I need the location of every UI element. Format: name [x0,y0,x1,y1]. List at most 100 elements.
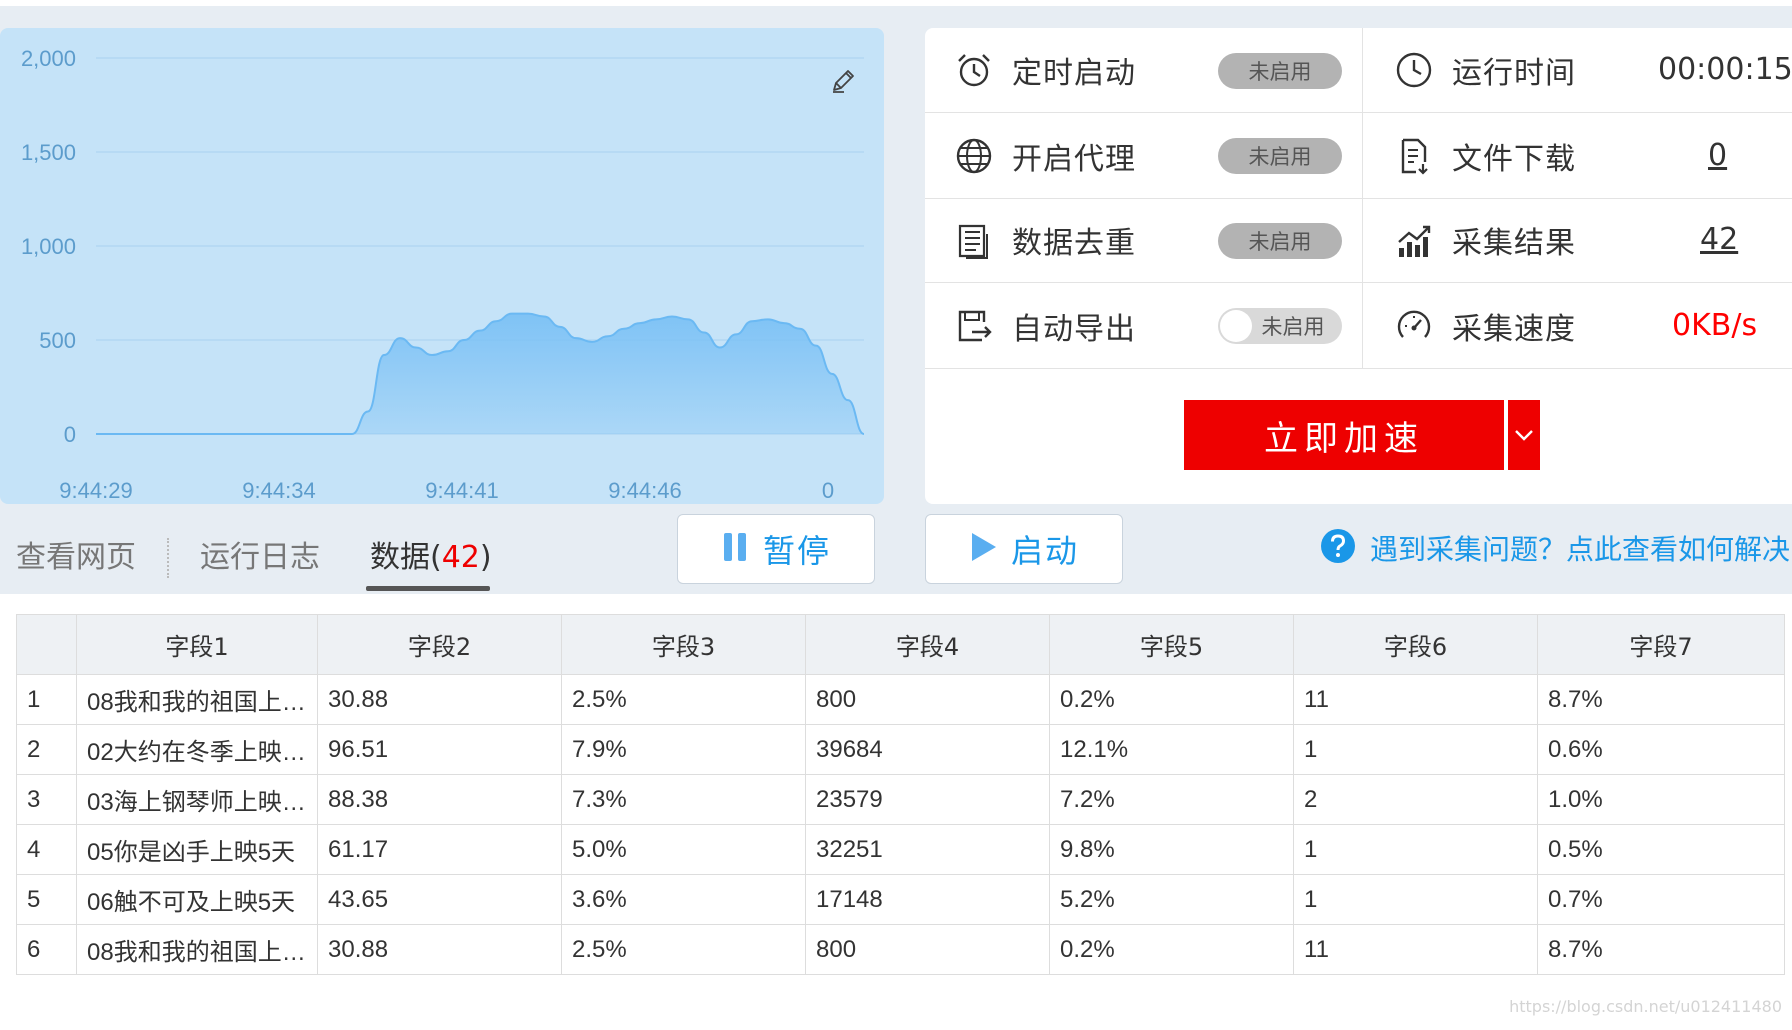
table-cell: 9.8% [1049,824,1294,875]
table-row[interactable]: 4 05你是凶手上映5天 61.17 5.0% 32251 9.8% 1 0.5… [16,824,1785,875]
table-cell: 0.5% [1537,824,1785,875]
y-tick-label: 1,000 [21,234,76,259]
table-cell: 0.6% [1537,724,1785,775]
runtime-value: 00:00:15 [1658,52,1792,87]
column-header[interactable]: 字段7 [1537,614,1785,675]
edit-icon[interactable] [828,66,858,96]
table-row[interactable]: 5 06触不可及上映5天 43.65 3.6% 17148 5.2% 1 0.7… [16,874,1785,925]
pause-icon [721,531,749,567]
divider [925,282,1792,283]
tab-data[interactable]: 数据(42) [370,532,492,576]
export-save-icon [952,304,996,348]
tab-view-webpage[interactable]: 查看网页 [16,532,136,576]
toggle-knob [1220,310,1252,342]
column-header[interactable]: 字段5 [1049,614,1294,675]
runtime-label: 运行时间 [1452,56,1576,91]
pause-label: 暂停 [762,532,831,570]
table-cell: 02大约在冬季上映14天 [76,724,318,775]
table-cell: 4 [16,824,77,875]
table-cell: 800 [805,924,1050,975]
speed-label: 采集速度 [1452,312,1576,347]
column-header[interactable]: 字段2 [317,614,562,675]
proxy-label: 开启代理 [1012,142,1136,177]
auto-export-label: 自动导出 [1012,312,1136,347]
dedupe-toggle[interactable]: 未启用 [1218,223,1342,259]
table-cell: 5.2% [1049,874,1294,925]
file-download-count-link[interactable]: 0 [1708,138,1727,173]
active-tab-indicator [366,586,490,591]
proxy-row: 开启代理 [952,114,1136,198]
divider [925,368,1792,369]
table-cell: 7.3% [561,774,806,825]
table-cell: 88.38 [317,774,562,825]
column-header[interactable]: 字段4 [805,614,1050,675]
help-link[interactable]: 遇到采集问题？点此查看如何解决 [1320,528,1790,568]
auto-export-toggle[interactable]: 未启用 [1218,308,1342,344]
table-cell: 8.7% [1537,924,1785,975]
column-header[interactable]: 字段1 [76,614,318,675]
table-cell: 11 [1293,674,1538,725]
file-download-icon [1392,134,1436,178]
table-cell: 2.5% [561,924,806,975]
table-cell: 1.0% [1537,774,1785,825]
results-count-link[interactable]: 42 [1700,222,1738,257]
table-cell: 03海上钢琴师上映14天 [76,774,318,825]
table-cell: 800 [805,674,1050,725]
column-header[interactable]: 字段3 [561,614,806,675]
table-cell: 39684 [805,724,1050,775]
table-row[interactable]: 2 02大约在冬季上映14天 96.51 7.9% 39684 12.1% 1 … [16,724,1785,775]
divider [925,112,1792,113]
pause-button[interactable]: 暂停 [677,514,875,584]
table-cell: 2.5% [561,674,806,725]
divider [1362,28,1363,368]
globe-icon [952,134,996,178]
auto-export-row: 自动导出 [952,284,1136,368]
watermark: https://blog.csdn.net/u012411480 [1509,997,1782,1016]
dedupe-row: 数据去重 [952,198,1136,282]
start-button[interactable]: 启动 [925,514,1123,584]
series-area [96,313,864,434]
chevron-down-icon [1514,426,1534,445]
file-download-label: 文件下载 [1452,142,1576,177]
accelerate-dropdown[interactable] [1508,400,1540,470]
speedometer-icon [1392,304,1436,348]
table-cell: 3.6% [561,874,806,925]
table-cell: 7.2% [1049,774,1294,825]
table-row[interactable]: 3 03海上钢琴师上映14天 88.38 7.3% 23579 7.2% 2 1… [16,774,1785,825]
table-cell: 43.65 [317,874,562,925]
scheduled-start-toggle[interactable]: 未启用 [1218,53,1342,89]
x-tick-label: 9:44:46 [608,478,681,503]
table-cell: 08我和我的祖国上映5天 [76,674,318,725]
column-header[interactable]: 字段6 [1293,614,1538,675]
table-cell: 1 [1293,824,1538,875]
table-cell: 08我和我的祖国上映5天 [76,924,318,975]
tab-run-log[interactable]: 运行日志 [200,532,320,576]
table-cell: 1 [16,674,77,725]
x-tick-label: 0 [822,478,834,503]
table-cell: 06触不可及上映5天 [76,874,318,925]
proxy-toggle[interactable]: 未启用 [1218,138,1342,174]
table-cell: 11 [1293,924,1538,975]
table-cell: 96.51 [317,724,562,775]
table-cell: 6 [16,924,77,975]
table-cell: 05你是凶手上映5天 [76,824,318,875]
speed-row: 采集速度 [1392,284,1576,368]
tab-separator [167,538,169,578]
results-label: 采集结果 [1452,226,1576,261]
auto-export-status: 未启用 [1261,315,1325,339]
table-row[interactable]: 6 08我和我的祖国上映5天 30.88 2.5% 800 0.2% 11 8.… [16,924,1785,975]
list-document-icon [952,218,996,262]
scheduled-start-row: 定时启动 [952,28,1136,112]
question-circle-icon [1320,528,1356,568]
alarm-clock-icon [952,48,996,92]
column-header[interactable] [16,614,77,675]
file-download-row: 文件下载 [1392,114,1576,198]
speed-chart: 2,000 1,500 1,000 500 0 9:44:29 9:44:34 9:44:41… [21,46,865,503]
x-tick-label: 9:44:34 [242,478,315,503]
table-cell: 23579 [805,774,1050,825]
table-row[interactable]: 1 08我和我的祖国上映5天 30.88 2.5% 800 0.2% 11 8.… [16,674,1785,725]
runtime-row: 运行时间 [1392,28,1576,112]
results-row: 采集结果 [1392,198,1576,282]
accelerate-button[interactable]: 立即加速 [1184,400,1504,470]
scheduled-start-label: 定时启动 [1012,56,1136,91]
